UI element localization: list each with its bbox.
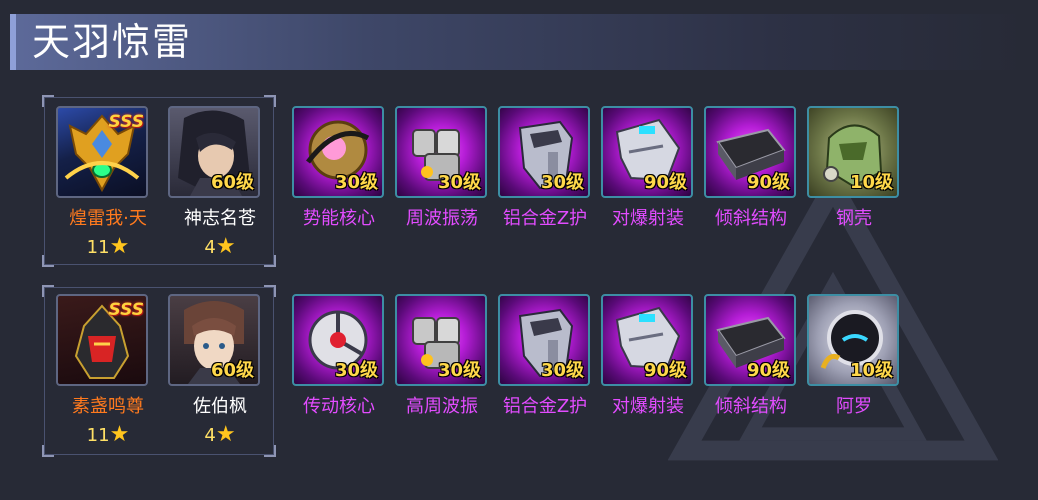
equipment-card[interactable]: 10级 — [807, 106, 899, 198]
equipment-card[interactable]: 30级 — [395, 294, 487, 386]
equipment-name: 对爆射装 — [612, 208, 684, 229]
equipment-level: 30级 — [334, 172, 378, 193]
equipment-level: 90级 — [643, 360, 687, 381]
hero-portrait[interactable]: 60级 — [168, 106, 260, 198]
equipment-slot[interactable]: 30级 高周波振 — [395, 294, 489, 417]
equipment-name: 对爆射装 — [612, 396, 684, 417]
hero-portrait[interactable]: SSS — [56, 106, 148, 198]
header-accent — [10, 14, 16, 70]
equipment-level: 10级 — [849, 172, 893, 193]
hero-star-count: 4★ — [204, 422, 236, 447]
equipment-name: 钢壳 — [836, 208, 872, 229]
equipment-slot[interactable]: 90级 倾斜结构 — [704, 294, 798, 417]
equipment-card[interactable]: 30级 — [498, 106, 590, 198]
equipment-name: 铝合金Z护 — [502, 208, 588, 229]
equipment-level: 10级 — [849, 360, 893, 381]
hero-star-count: 11★ — [86, 422, 130, 447]
equipment-slot[interactable]: 90级 对爆射装 — [601, 106, 695, 229]
equipment-card[interactable]: 30级 — [498, 294, 590, 386]
rank-badge: SSS — [108, 112, 144, 132]
hero-card[interactable]: 60级 神志名苍 4★ — [168, 106, 262, 259]
equipment-level: 90级 — [643, 172, 687, 193]
equipment-slot[interactable]: 30级 传动核心 — [292, 294, 386, 417]
hero-name: 煌雷我·天 — [69, 208, 147, 229]
equipment-slot[interactable]: 90级 倾斜结构 — [704, 106, 798, 229]
star-icon: ★ — [215, 234, 236, 259]
equipment-level: 30级 — [334, 360, 378, 381]
star-icon: ★ — [109, 234, 130, 259]
equipment-level: 30级 — [540, 360, 584, 381]
equipment-level: 90级 — [746, 172, 790, 193]
equipment-name: 铝合金Z护 — [502, 396, 588, 417]
equipment-slot[interactable]: 30级 铝合金Z护 — [498, 106, 592, 229]
hero-star-count: 11★ — [86, 234, 130, 259]
hero-card[interactable]: SSS 素盏鸣尊 11★ — [56, 294, 150, 447]
hero-star-count: 4★ — [204, 234, 236, 259]
star-icon: ★ — [109, 422, 130, 447]
equipment-name: 高周波振 — [406, 396, 478, 417]
equipment-slot[interactable]: 10级 阿罗 — [807, 294, 901, 417]
hero-name: 佐伯枫 — [193, 396, 247, 417]
equipment-card[interactable]: 30级 — [292, 294, 384, 386]
equipment-slot[interactable]: 90级 对爆射装 — [601, 294, 695, 417]
hero-card[interactable]: 60级 佐伯枫 4★ — [168, 294, 262, 447]
hero-level: 60级 — [210, 360, 254, 381]
hero-level: 60级 — [210, 172, 254, 193]
equipment-card[interactable]: 10级 — [807, 294, 899, 386]
equipment-slot[interactable]: 10级 钢壳 — [807, 106, 901, 229]
equipment-card[interactable]: 90级 — [704, 106, 796, 198]
equipment-name: 势能核心 — [303, 208, 375, 229]
page-title: 天羽惊雷 — [32, 20, 193, 64]
equipment-name: 倾斜结构 — [715, 396, 787, 417]
equipment-card[interactable]: 90级 — [601, 106, 693, 198]
star-icon: ★ — [215, 422, 236, 447]
rank-badge: SSS — [108, 300, 144, 320]
equipment-card[interactable]: 30级 — [292, 106, 384, 198]
equipment-card[interactable]: 90级 — [704, 294, 796, 386]
equipment-card[interactable]: 30级 — [395, 106, 487, 198]
hero-name: 神志名苍 — [184, 208, 256, 229]
equipment-level: 90级 — [746, 360, 790, 381]
equipment-name: 阿罗 — [836, 396, 872, 417]
equipment-name: 周波振荡 — [406, 208, 478, 229]
hero-name: 素盏鸣尊 — [72, 396, 144, 417]
equipment-name: 传动核心 — [303, 396, 375, 417]
equipment-slot[interactable]: 30级 势能核心 — [292, 106, 386, 229]
equipment-slot[interactable]: 30级 铝合金Z护 — [498, 294, 592, 417]
header-bar: 天羽惊雷 — [10, 14, 1026, 70]
hero-portrait[interactable]: SSS — [56, 294, 148, 386]
equipment-name: 倾斜结构 — [715, 208, 787, 229]
equipment-level: 30级 — [437, 172, 481, 193]
equipment-card[interactable]: 90级 — [601, 294, 693, 386]
equipment-level: 30级 — [437, 360, 481, 381]
hero-portrait[interactable]: 60级 — [168, 294, 260, 386]
equipment-level: 30级 — [540, 172, 584, 193]
equipment-slot[interactable]: 30级 周波振荡 — [395, 106, 489, 229]
hero-card[interactable]: SSS 煌雷我·天 11★ — [56, 106, 150, 259]
